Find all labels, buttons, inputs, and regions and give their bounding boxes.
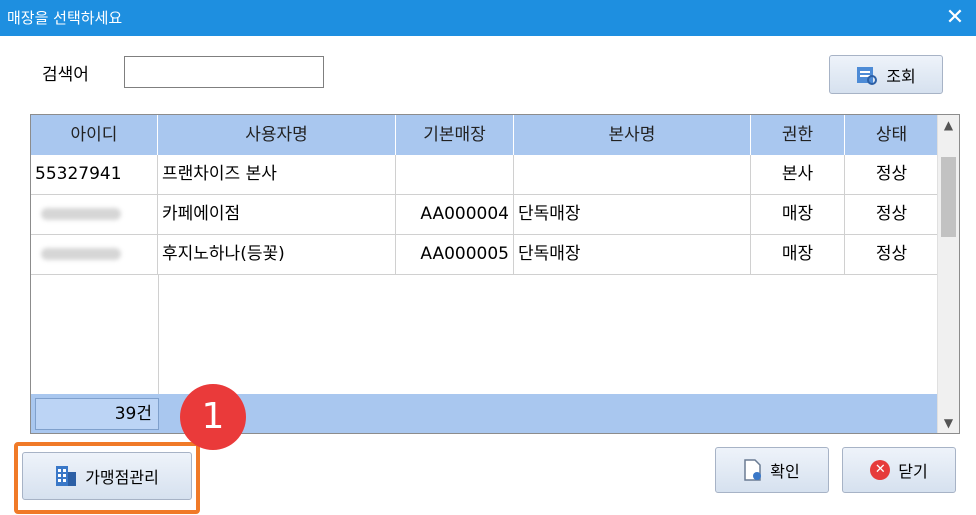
franchise-button-label: 가맹점관리	[85, 468, 159, 487]
title-bar: 매장을 선택하세요 ✕	[0, 0, 976, 36]
column-header-store[interactable]: 기본매장	[396, 115, 514, 155]
cell-role: 매장	[751, 235, 845, 274]
cell-username: 카페에이점	[158, 195, 396, 234]
cell-hq: 단독매장	[514, 195, 751, 234]
close-button[interactable]: ✕ 닫기	[842, 447, 956, 493]
cell-store: AA000005	[396, 235, 514, 274]
cell-id-redacted	[31, 235, 158, 274]
building-icon	[55, 464, 77, 488]
confirm-button-label: 확인	[770, 462, 800, 481]
store-grid: 아이디 사용자명 기본매장 본사명 권한 상태 55327941 프랜차이즈 본…	[30, 114, 960, 434]
table-row[interactable]: 카페에이점 AA000004 단독매장 매장 정상	[31, 195, 939, 235]
close-button-label: 닫기	[898, 462, 928, 481]
close-circle-icon: ✕	[870, 460, 891, 480]
scroll-up-icon[interactable]: ▲	[938, 115, 959, 135]
column-header-hq[interactable]: 본사명	[514, 115, 751, 155]
cell-hq	[514, 155, 751, 194]
cell-hq: 단독매장	[514, 235, 751, 274]
redacted-id	[41, 208, 121, 220]
scroll-down-icon[interactable]: ▼	[938, 413, 959, 433]
franchise-management-button[interactable]: 가맹점관리	[22, 452, 192, 500]
record-count: 39건	[35, 398, 159, 430]
close-icon[interactable]: ✕	[940, 0, 970, 36]
cell-store: AA000004	[396, 195, 514, 234]
cell-role: 매장	[751, 195, 845, 234]
cell-username: 후지노하나(등꽃)	[158, 235, 396, 274]
cell-id: 55327941	[31, 155, 158, 194]
table-row[interactable]: 후지노하나(등꽃) AA000005 단독매장 매장 정상	[31, 235, 939, 275]
search-label: 검색어	[42, 65, 89, 85]
window-title: 매장을 선택하세요	[7, 9, 123, 27]
grid-footer: 39건	[31, 394, 939, 433]
search-input[interactable]	[124, 56, 324, 88]
column-header-status[interactable]: 상태	[845, 115, 939, 155]
cell-status: 정상	[845, 235, 939, 274]
scroll-thumb[interactable]	[941, 157, 956, 237]
document-check-icon	[744, 459, 762, 481]
table-row[interactable]: 55327941 프랜차이즈 본사 본사 정상	[31, 155, 939, 195]
column-header-role[interactable]: 권한	[751, 115, 845, 155]
cell-status: 정상	[845, 195, 939, 234]
redacted-id	[41, 248, 121, 260]
cell-role: 본사	[751, 155, 845, 194]
confirm-button[interactable]: 확인	[715, 447, 829, 493]
grid-divider	[158, 275, 159, 394]
search-button[interactable]: 조회	[829, 55, 943, 94]
search-list-icon	[856, 65, 878, 85]
cell-store	[396, 155, 514, 194]
column-header-id[interactable]: 아이디	[31, 115, 158, 155]
cell-id-redacted	[31, 195, 158, 234]
cell-status: 정상	[845, 155, 939, 194]
store-select-dialog: 매장을 선택하세요 ✕ 검색어 조회 아이디 사용자명 기본매장 본사명 권한 …	[0, 0, 976, 515]
vertical-scrollbar[interactable]: ▲ ▼	[937, 115, 959, 433]
column-header-username[interactable]: 사용자명	[158, 115, 396, 155]
search-button-label: 조회	[886, 66, 916, 86]
step-badge: 1	[180, 384, 246, 450]
cell-username: 프랜차이즈 본사	[158, 155, 396, 194]
grid-header: 아이디 사용자명 기본매장 본사명 권한 상태	[31, 115, 939, 155]
